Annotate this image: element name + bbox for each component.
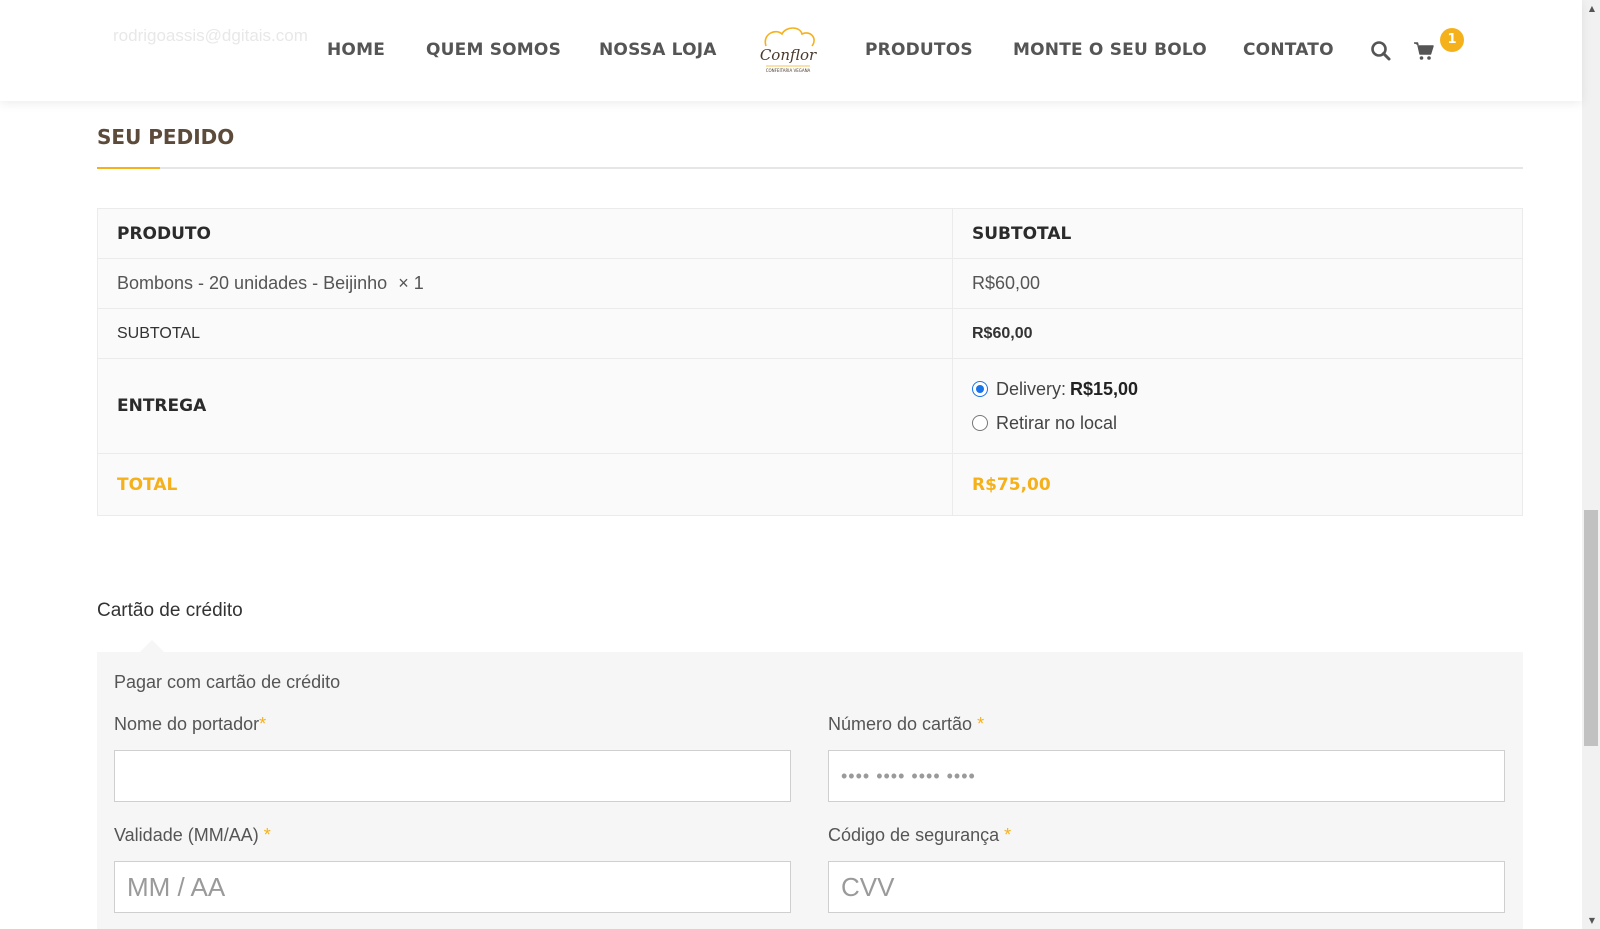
total-label: TOTAL [97, 453, 953, 516]
cart-item-product: Bombons - 20 unidades - Beijinho × 1 [97, 258, 953, 309]
cvv-label-text: Código de segurança [828, 825, 1005, 845]
nav-home[interactable]: HOME [327, 40, 385, 60]
total-row: TOTAL R$75,00 [97, 453, 1523, 516]
shipping-label: ENTREGA [97, 358, 953, 454]
cardholder-name-label: Nome do portador* [114, 714, 266, 735]
required-mark: * [1004, 825, 1012, 845]
payment-method-credit-card[interactable]: Cartão de crédito [97, 600, 243, 622]
scrollbar-thumb[interactable] [1584, 510, 1598, 746]
order-review-table: PRODUTO SUBTOTAL Bombons - 20 unidades -… [97, 208, 1523, 516]
cvv-input[interactable] [828, 861, 1505, 913]
scroll-down-arrow-icon[interactable]: ▼ [1589, 916, 1595, 925]
cart-item-row: Bombons - 20 unidades - Beijinho × 1 R$6… [97, 258, 1523, 309]
title-accent-bar [97, 167, 160, 169]
subtotal-label: SUBTOTAL [97, 308, 953, 359]
shipping-label-text: ENTREGA [117, 396, 207, 416]
required-mark: * [259, 714, 267, 734]
cart-icon[interactable] [1413, 40, 1435, 62]
conflor-logo[interactable]: Conflor CONFEITARIA VEGANA [752, 24, 824, 76]
delivery-label: Delivery: [996, 378, 1067, 399]
title-divider [97, 167, 1523, 169]
table-header-row: PRODUTO SUBTOTAL [97, 208, 1523, 259]
total-value: R$75,00 [952, 453, 1523, 516]
shipping-row: ENTREGA Delivery: R$15,00 Retirar no loc… [97, 358, 1523, 454]
nav-contato[interactable]: CONTATO [1243, 40, 1334, 60]
cart-item-price: R$60,00 [952, 258, 1523, 309]
page-scrollbar[interactable]: ▲ ▼ [1582, 0, 1600, 929]
order-section-title: SEU PEDIDO [97, 125, 235, 149]
shipping-option-pickup[interactable]: Retirar no local [972, 406, 1503, 440]
nav-produtos[interactable]: PRODUTOS [865, 40, 973, 60]
subtotal-row: SUBTOTAL R$60,00 [97, 308, 1523, 359]
pickup-label: Retirar no local [996, 412, 1118, 433]
cart-item-quantity: × 1 [398, 273, 424, 293]
expiry-input[interactable] [114, 861, 791, 913]
main-nav: HOME QUEM SOMOS NOSSA LOJA Conflor CONFE… [0, 0, 1600, 101]
required-mark: * [977, 714, 985, 734]
svg-text:Conflor: Conflor [760, 46, 817, 64]
cardholder-name-label-text: Nome do portador [114, 714, 260, 734]
payment-description: Pagar com cartão de crédito [114, 672, 341, 692]
delivery-price: R$15,00 [1070, 378, 1139, 399]
nav-monte-o-seu-bolo[interactable]: MONTE O SEU BOLO [1013, 40, 1207, 60]
column-header-product: PRODUTO [97, 208, 953, 259]
expiry-label: Validade (MM/AA) * [114, 825, 271, 846]
shipping-options: Delivery: R$15,00 Retirar no local [952, 358, 1523, 454]
card-number-label-text: Número do cartão [828, 714, 978, 734]
expiry-label-text: Validade (MM/AA) [114, 825, 264, 845]
search-icon[interactable] [1370, 40, 1392, 62]
column-header-subtotal: SUBTOTAL [952, 208, 1523, 259]
cardholder-name-input[interactable] [114, 750, 791, 802]
card-number-input[interactable] [828, 750, 1505, 802]
shipping-option-delivery[interactable]: Delivery: R$15,00 [972, 372, 1503, 406]
cart-item-name: Bombons - 20 unidades - Beijinho [117, 273, 388, 293]
nav-quem-somos[interactable]: QUEM SOMOS [426, 40, 561, 60]
cart-count-badge: 1 [1440, 28, 1464, 52]
nav-nossa-loja[interactable]: NOSSA LOJA [599, 40, 717, 60]
payment-box-pointer [140, 640, 164, 652]
required-mark: * [263, 825, 271, 845]
pickup-radio[interactable] [972, 415, 988, 431]
svg-text:CONFEITARIA VEGANA: CONFEITARIA VEGANA [766, 68, 811, 73]
subtotal-value: R$60,00 [952, 308, 1523, 359]
delivery-radio[interactable] [972, 381, 988, 397]
card-number-label: Número do cartão * [828, 714, 984, 735]
cvv-label: Código de segurança * [828, 825, 1011, 846]
